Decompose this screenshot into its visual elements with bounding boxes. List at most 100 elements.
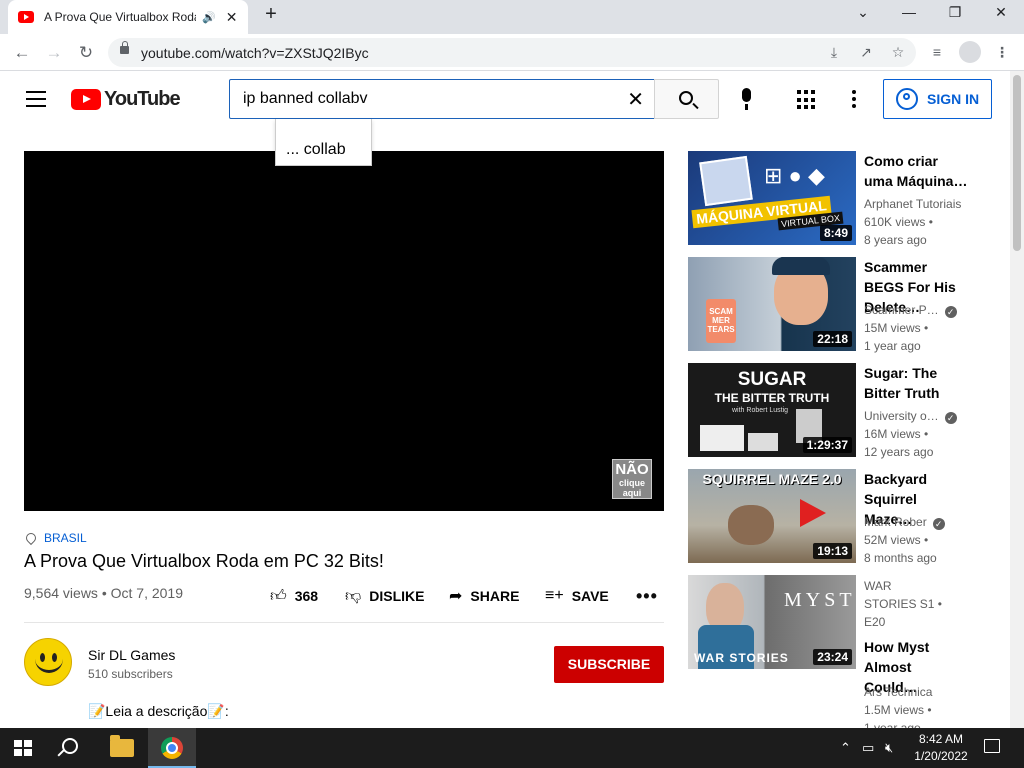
video-thumbnail[interactable]: SQUIRREL MAZE 2.0 19:13 [688,469,856,563]
video-thumbnail[interactable]: SUGAR THE BITTER TRUTH with Robert Lusti… [688,363,856,457]
location-pin-icon [23,530,39,546]
page-scrollbar[interactable] [1010,71,1024,728]
tab-audio-icon[interactable]: 🔊 [202,11,216,24]
related-channel-name[interactable]: Ars Technica [864,685,932,699]
minimize-button[interactable]: — [889,4,929,26]
related-age: 12 years ago [864,445,934,459]
video-duration: 1:29:37 [802,437,852,453]
browser-tab[interactable]: A Prova Que Virtualbox Roda 🔊 ✕ [8,0,248,34]
related-channel-text[interactable]: University o… [864,409,939,423]
save-button[interactable]: ≡+ SAVE [545,586,609,606]
clear-search-icon[interactable]: ✕ [627,87,644,112]
playlist-series-label-2: STORIES S1 • [864,597,943,611]
address-bar[interactable]: youtube.com/watch?v=ZXStJQ2IByc [108,38,916,67]
video-thumbnail[interactable]: ⊞ ● ◆ MÁQUINA VIRTUAL VIRTUAL BOX 8:49 [688,151,856,245]
related-video-title[interactable]: Como criar uma Máquina… [864,151,968,191]
more-actions-button[interactable]: ••• [636,586,658,607]
youtube-masthead: YouTube ip banned collabv ✕ SIGN IN [0,71,1010,127]
video-location[interactable]: BRASIL [23,530,87,546]
profile-avatar-icon[interactable] [959,41,981,63]
tab-search-button[interactable]: ⌄ [843,4,883,26]
url-text[interactable]: youtube.com/watch?v=ZXStJQ2IByc [141,45,369,61]
overlay-small-text: clique [618,478,645,488]
related-age: 1 year ago [864,339,921,353]
related-video-item[interactable]: MYST WAR STORIES 23:24 WAR STORIES S1 • … [688,575,1008,735]
system-clock[interactable]: 8:42 AM 1/20/2022 [908,731,974,765]
reload-button[interactable]: ↻ [75,42,97,64]
video-description: 📝Leia a descrição📝: [88,703,229,719]
voice-search-mic-icon[interactable] [738,88,756,112]
video-thumbnail[interactable]: MYST WAR STORIES 23:24 [688,575,856,669]
subscribe-button[interactable]: SUBSCRIBE [554,646,664,683]
restore-button[interactable]: ❐ [935,4,975,26]
dislike-button[interactable]: 👎︎ DISLIKE [345,586,424,606]
share-label: SHARE [470,588,520,604]
related-video-item[interactable]: ⊞ ● ◆ MÁQUINA VIRTUAL VIRTUAL BOX 8:49 C… [688,151,1008,247]
bookmark-star-icon[interactable]: ☆ [888,42,908,62]
related-age: 8 years ago [864,233,927,247]
windows-start-icon[interactable] [14,740,32,756]
verified-check-icon: ✓ [944,412,957,424]
network-icon[interactable]: ▭ [862,740,874,756]
related-video-item[interactable]: SUGAR THE BITTER TRUTH with Robert Lusti… [688,363,1008,459]
playlist-series-label: WAR [864,579,892,593]
search-input[interactable]: ip banned collabv ✕ [229,79,655,119]
clock-time: 8:42 AM [918,732,964,746]
search-suggestion-item[interactable]: ... collab [286,141,346,159]
taskbar-search-icon[interactable] [62,738,78,754]
related-channel-name[interactable]: Arphanet Tutoriais [864,197,961,211]
share-page-icon[interactable]: ↗ [856,42,876,62]
related-video-item[interactable]: SCAM MER TEARS 22:18 Scammer BEGS For Hi… [688,257,1008,353]
forward-button[interactable]: → [43,42,65,64]
back-button[interactable]: ← [11,42,33,64]
tray-chevron-icon[interactable]: ⌃ [840,740,851,756]
volume-muted-icon[interactable]: 🔇︎ [885,740,893,756]
related-age: 8 months ago [864,551,937,565]
close-window-button[interactable]: ✕ [981,4,1021,26]
video-player[interactable]: NÃO clique aqui [24,151,664,511]
windows-taskbar: ⌃ ▭ 🔇︎ 8:42 AM 1/20/2022 [0,728,1024,768]
verified-check-icon: ✓ [944,306,957,318]
sign-in-button[interactable]: SIGN IN [883,79,992,119]
os-logos-icon: ⊞ ● ◆ [764,163,825,188]
video-thumbnail[interactable]: SCAM MER TEARS 22:18 [688,257,856,351]
related-channel-text[interactable]: Scammer P… [864,303,939,317]
location-text[interactable]: BRASIL [44,531,87,545]
related-views: 16M views • [864,427,929,441]
do-not-click-overlay[interactable]: NÃO clique aqui [612,459,652,499]
overlay-small-text-2: aqui [622,488,642,498]
file-explorer-icon[interactable] [110,735,134,757]
search-button[interactable] [654,79,719,119]
install-app-icon[interactable]: ⤓ [824,42,844,62]
thumbnail-text: MYST [784,589,856,611]
tab-close-icon[interactable]: ✕ [226,9,238,26]
scrollbar-thumb[interactable] [1013,75,1021,251]
share-button[interactable]: ➦ SHARE [449,586,519,606]
new-tab-button[interactable]: + [259,3,283,29]
chrome-taskbar-button[interactable] [148,728,196,768]
media-control-icon[interactable]: ≡ [927,42,947,62]
youtube-logo[interactable]: YouTube [71,88,181,111]
like-button[interactable]: 👍︎ 368 [270,586,318,606]
related-video-title[interactable]: Sugar: The Bitter Truth [864,363,968,403]
related-channel-name[interactable]: Mark Rober ✓ [864,515,945,530]
notification-icon[interactable] [984,739,1000,753]
browser-toolbar: ← → ↻ youtube.com/watch?v=ZXStJQ2IByc ⤓ … [0,34,1024,71]
share-arrow-icon: ➦ [449,588,463,605]
subscriber-count: 510 subscribers [88,667,173,681]
related-channel-name[interactable]: University o… ✓ [864,409,957,424]
hamburger-menu-icon[interactable] [26,91,46,107]
settings-menu-icon[interactable] [850,90,858,108]
apps-grid-icon[interactable] [797,90,817,110]
channel-avatar[interactable] [24,638,72,686]
playlist-add-icon: ≡+ [545,587,564,604]
channel-name[interactable]: Sir DL Games [88,647,175,663]
thumbnail-text: WAR STORIES [694,651,789,665]
related-video-item[interactable]: SQUIRREL MAZE 2.0 19:13 Backyard Squirre… [688,469,1008,565]
related-views: 1.5M views • [864,703,932,717]
related-channel-text[interactable]: Mark Rober [864,515,927,529]
search-query-text[interactable]: ip banned collabv [243,90,368,108]
lock-icon[interactable] [120,41,129,54]
chrome-menu-icon[interactable]: ⋮ [992,42,1012,62]
related-channel-name[interactable]: Scammer P… ✓ [864,303,957,318]
